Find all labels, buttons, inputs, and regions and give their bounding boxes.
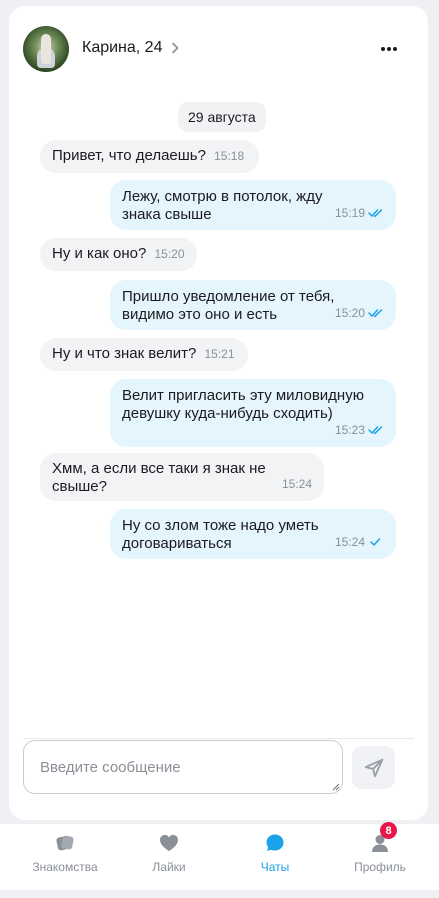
message-outgoing[interactable]: Ну со злом тоже надо уметь договариватьс… <box>110 509 396 559</box>
message-outgoing[interactable]: Пришло уведомление от тебя, видимо это о… <box>110 280 396 330</box>
tab-label: Лайки <box>152 860 186 874</box>
message-text: Привет, что делаешь? <box>52 147 206 164</box>
bottom-tab-bar: Знакомства Лайки Чаты 8 Профиль <box>0 822 439 890</box>
contact-name-link[interactable]: Карина, 24 <box>82 39 182 57</box>
message-time: 15:23 <box>334 423 365 437</box>
message-incoming[interactable]: Ну и что знак велит? 15:21 <box>40 338 248 371</box>
message-incoming[interactable]: Хмм, а если все таки я знак не свыше? 15… <box>40 453 324 501</box>
more-dot-icon <box>387 47 391 51</box>
cards-icon <box>54 832 76 854</box>
message-outgoing[interactable]: Велит пригласить эту миловидную девушку … <box>110 379 396 447</box>
tab-label: Знакомства <box>32 860 98 874</box>
message-incoming[interactable]: Привет, что делаешь? 15:18 <box>40 140 259 173</box>
double-check-icon <box>368 426 383 435</box>
date-separator: 29 августа <box>178 102 266 132</box>
message-text: Ну со злом тоже надо уметь договариватьс… <box>122 517 319 552</box>
notification-badge: 8 <box>380 822 397 839</box>
message-text: Велит пригласить эту миловидную девушку … <box>122 387 364 422</box>
chat-bubble-icon <box>264 832 286 854</box>
contact-name: Карина, 24 <box>82 39 163 56</box>
tab-label: Профиль <box>354 860 406 874</box>
message-input[interactable]: Введите сообщение <box>23 740 343 794</box>
composer-divider <box>23 738 414 739</box>
tab-dating[interactable]: Знакомства <box>15 832 115 882</box>
message-text: Ну и как оно? <box>52 245 147 262</box>
heart-icon <box>158 832 180 854</box>
tab-label: Чаты <box>260 860 290 874</box>
message-text: Пришло уведомление от тебя, видимо это о… <box>122 288 335 323</box>
tab-chats[interactable]: Чаты <box>225 832 325 882</box>
message-time: 15:18 <box>214 149 245 163</box>
message-input-placeholder: Введите сообщение <box>40 758 181 776</box>
message-time: 15:24 <box>334 535 365 549</box>
message-outgoing[interactable]: Лежу, смотрю в потолок, жду знака свыше … <box>110 180 396 230</box>
message-incoming[interactable]: Ну и как оно? 15:20 <box>40 238 197 271</box>
message-text: Ну и что знак велит? <box>52 345 197 362</box>
chat-card: Карина, 24 29 августа Привет, что делаеш… <box>9 6 428 820</box>
tab-likes[interactable]: Лайки <box>119 832 219 882</box>
avatar[interactable] <box>23 26 69 72</box>
resize-handle-icon[interactable] <box>332 783 340 791</box>
send-button[interactable] <box>352 746 395 789</box>
send-icon <box>364 758 383 777</box>
message-time: 15:19 <box>334 206 365 220</box>
more-options-button[interactable] <box>375 38 403 60</box>
tab-profile[interactable]: 8 Профиль <box>330 822 430 882</box>
message-time: 15:24 <box>281 477 312 491</box>
message-time: 15:21 <box>204 347 235 361</box>
person-icon: 8 <box>369 822 397 854</box>
message-time: 15:20 <box>154 247 185 261</box>
double-check-icon <box>368 209 383 218</box>
more-dot-icon <box>393 47 398 51</box>
double-check-icon <box>368 309 383 318</box>
message-text: Лежу, смотрю в потолок, жду знака свыше <box>122 188 323 223</box>
check-icon <box>370 538 381 546</box>
message-text: Хмм, а если все таки я знак не свыше? <box>52 460 266 495</box>
chat-header: Карина, 24 <box>9 6 428 90</box>
message-time: 15:20 <box>334 306 365 320</box>
more-dot-icon <box>380 47 385 51</box>
chevron-right-icon <box>172 42 179 54</box>
